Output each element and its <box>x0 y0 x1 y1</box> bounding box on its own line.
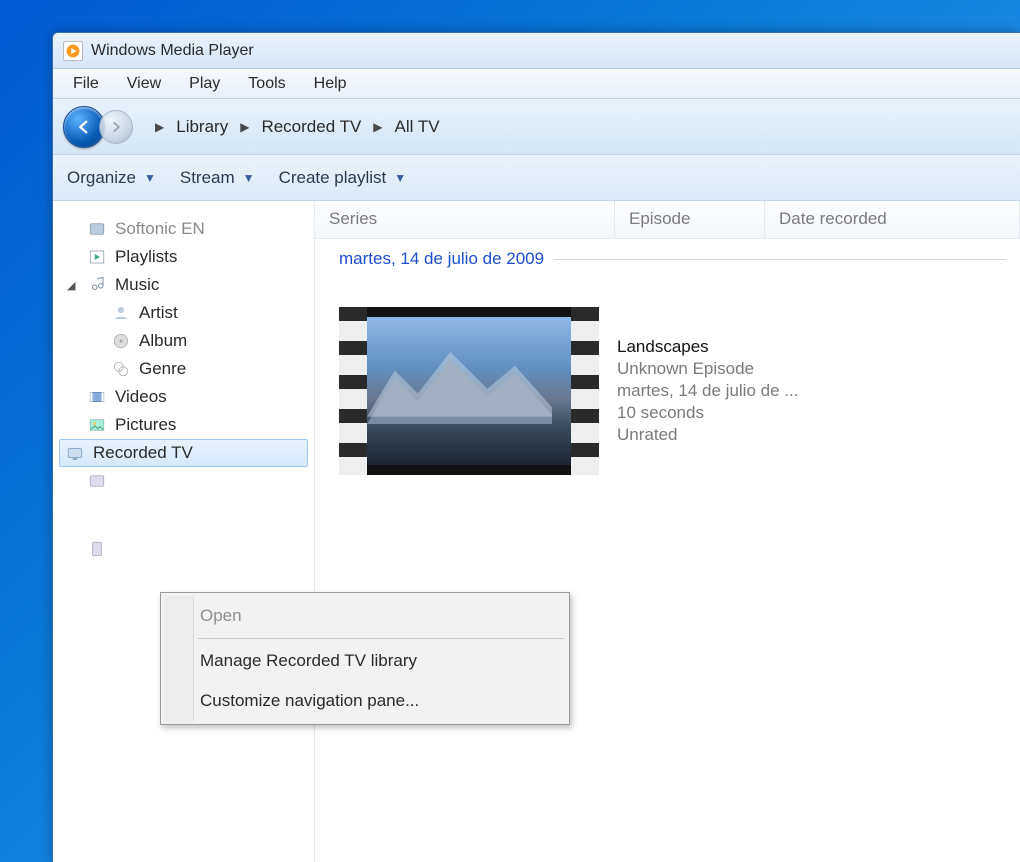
chevron-down-icon: ▼ <box>144 171 156 185</box>
context-manage-library[interactable]: Manage Recorded TV library <box>164 641 566 681</box>
sidebar-item-artist[interactable]: Artist <box>59 299 308 327</box>
genre-icon <box>111 359 131 379</box>
column-date[interactable]: Date recorded <box>765 201 1020 238</box>
album-icon <box>111 331 131 351</box>
thumbnail-image <box>367 317 571 465</box>
sidebar-label: Album <box>139 331 187 351</box>
content-area: Softonic EN Playlists ◢ Music Artist Alb… <box>53 201 1020 862</box>
sidebar-label: Pictures <box>115 415 176 435</box>
group-header[interactable]: martes, 14 de julio de 2009 <box>315 239 1020 275</box>
sidebar-item-pictures[interactable]: Pictures <box>59 411 308 439</box>
menu-file[interactable]: File <box>59 71 113 97</box>
media-date: martes, 14 de julio de ... <box>617 381 798 401</box>
library-icon <box>87 471 107 491</box>
command-bar: Organize ▼ Stream ▼ Create playlist ▼ <box>53 155 1020 201</box>
column-episode[interactable]: Episode <box>615 201 765 238</box>
sidebar-label: Recorded TV <box>93 443 193 463</box>
forward-button[interactable] <box>99 110 133 144</box>
context-open: Open <box>164 596 566 636</box>
media-rating: Unrated <box>617 425 798 445</box>
wmp-app-icon <box>63 41 83 61</box>
create-playlist-dropdown[interactable]: Create playlist ▼ <box>279 168 407 188</box>
media-title: Landscapes <box>617 337 798 357</box>
organize-label: Organize <box>67 168 136 188</box>
stream-dropdown[interactable]: Stream ▼ <box>180 168 255 188</box>
context-customize-nav[interactable]: Customize navigation pane... <box>164 681 566 721</box>
chevron-right-icon[interactable]: ▶ <box>149 120 170 134</box>
sidebar-item-playlists[interactable]: Playlists <box>59 243 308 271</box>
context-separator <box>198 638 564 639</box>
menu-help[interactable]: Help <box>300 71 361 97</box>
menu-play[interactable]: Play <box>175 71 234 97</box>
sidebar-label: Playlists <box>115 247 177 267</box>
window-title: Windows Media Player <box>91 42 254 60</box>
sidebar-item-genre[interactable]: Genre <box>59 355 308 383</box>
sidebar-item-album[interactable]: Album <box>59 327 308 355</box>
mountain-graphic <box>367 350 552 424</box>
breadcrumb: ▶ Library ▶ Recorded TV ▶ All TV <box>149 115 444 139</box>
menu-tools[interactable]: Tools <box>234 71 299 97</box>
expander-collapse-icon[interactable]: ◢ <box>67 279 75 292</box>
navigation-bar: ▶ Library ▶ Recorded TV ▶ All TV <box>53 99 1020 155</box>
breadcrumb-all-tv[interactable]: All TV <box>391 115 444 139</box>
sidebar-item-videos[interactable]: Videos <box>59 383 308 411</box>
menu-view[interactable]: View <box>113 71 175 97</box>
media-episode: Unknown Episode <box>617 359 798 379</box>
media-metadata: Landscapes Unknown Episode martes, 14 de… <box>617 337 798 445</box>
sidebar-label: Videos <box>115 387 167 407</box>
music-icon <box>87 275 107 295</box>
chevron-right-icon[interactable]: ▶ <box>367 120 388 134</box>
video-icon <box>87 387 107 407</box>
menubar: File View Play Tools Help <box>53 69 1020 99</box>
titlebar: Windows Media Player <box>53 33 1020 69</box>
app-window: Windows Media Player File View Play Tool… <box>52 32 1020 862</box>
sidebar-item-music[interactable]: ◢ Music <box>59 271 308 299</box>
nav-buttons <box>63 106 133 148</box>
column-series[interactable]: Series <box>315 201 615 238</box>
library-icon <box>87 219 107 239</box>
device-icon <box>87 539 107 559</box>
chevron-down-icon: ▼ <box>243 171 255 185</box>
media-duration: 10 seconds <box>617 403 798 423</box>
breadcrumb-recorded-tv[interactable]: Recorded TV <box>257 115 365 139</box>
organize-dropdown[interactable]: Organize ▼ <box>67 168 156 188</box>
sidebar-item-softonic[interactable]: Softonic EN <box>59 215 308 243</box>
sidebar-label: Genre <box>139 359 186 379</box>
create-playlist-label: Create playlist <box>279 168 387 188</box>
chevron-down-icon: ▼ <box>394 171 406 185</box>
context-menu: Open Manage Recorded TV library Customiz… <box>160 592 570 725</box>
sidebar-label: Softonic EN <box>115 219 205 239</box>
artist-icon <box>111 303 131 323</box>
sidebar-label: Music <box>115 275 159 295</box>
navigation-pane: Softonic EN Playlists ◢ Music Artist Alb… <box>53 201 315 862</box>
column-headers: Series Episode Date recorded <box>315 201 1020 239</box>
sidebar-item-device[interactable] <box>59 535 308 563</box>
sidebar-item-other[interactable] <box>59 467 308 495</box>
group-divider <box>554 259 1006 260</box>
main-pane: Series Episode Date recorded martes, 14 … <box>315 201 1020 862</box>
pictures-icon <box>87 415 107 435</box>
group-date-label: martes, 14 de julio de 2009 <box>339 249 544 269</box>
chevron-right-icon[interactable]: ▶ <box>234 120 255 134</box>
tv-icon <box>65 443 85 463</box>
breadcrumb-library[interactable]: Library <box>172 115 232 139</box>
media-item[interactable]: Landscapes Unknown Episode martes, 14 de… <box>315 275 1020 489</box>
sidebar-item-recorded-tv[interactable]: Recorded TV <box>59 439 308 467</box>
stream-label: Stream <box>180 168 235 188</box>
sidebar-label: Artist <box>139 303 178 323</box>
playlist-icon <box>87 247 107 267</box>
video-thumbnail <box>339 307 599 475</box>
